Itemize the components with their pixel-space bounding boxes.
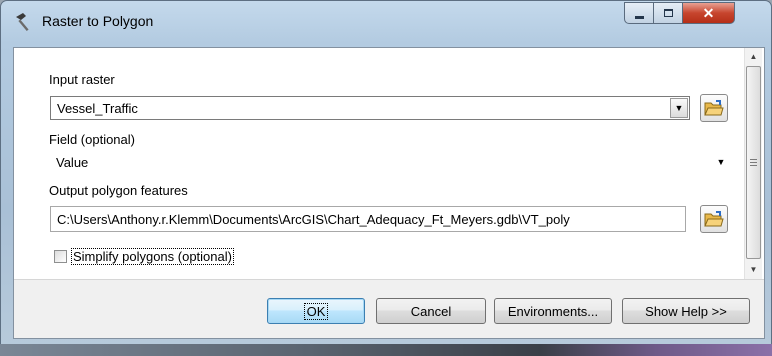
- input-raster-browse-button[interactable]: [700, 94, 728, 122]
- output-path-input[interactable]: C:\Users\Anthony.r.Klemm\Documents\ArcGI…: [50, 206, 686, 232]
- simplify-label[interactable]: Simplify polygons (optional): [71, 248, 234, 265]
- field-combo[interactable]: Value ▼: [50, 150, 730, 174]
- vertical-scrollbar[interactable]: ▲ ▼: [744, 48, 762, 279]
- scroll-down-icon[interactable]: ▼: [745, 261, 762, 278]
- input-raster-label: Input raster: [49, 72, 115, 87]
- taskbar-edge: [0, 344, 772, 356]
- maximize-button[interactable]: [654, 2, 683, 24]
- dialog-window: Raster to Polygon ✕ Input raster Vessel_…: [0, 0, 772, 350]
- simplify-checkbox[interactable]: [54, 250, 67, 263]
- output-label: Output polygon features: [49, 183, 188, 198]
- dialog-client: Input raster Vessel_Traffic ▼ Field (opt…: [13, 47, 765, 339]
- maximize-icon: [663, 9, 673, 17]
- cancel-label: Cancel: [410, 303, 452, 319]
- dropdown-arrow-icon[interactable]: ▼: [712, 152, 730, 172]
- window-controls: ✕: [624, 2, 735, 26]
- window-title: Raster to Polygon: [42, 13, 154, 29]
- field-label: Field (optional): [49, 132, 135, 147]
- folder-icon: [704, 211, 724, 227]
- close-icon: ✕: [702, 4, 715, 21]
- folder-icon: [704, 100, 724, 116]
- field-value: Value: [56, 154, 89, 170]
- dropdown-arrow-icon[interactable]: ▼: [670, 98, 688, 118]
- button-divider: [14, 279, 764, 280]
- input-raster-combo[interactable]: Vessel_Traffic ▼: [50, 96, 690, 120]
- show-help-button[interactable]: Show Help >>: [622, 298, 750, 324]
- close-button[interactable]: ✕: [683, 2, 735, 24]
- minimize-icon: [634, 15, 644, 19]
- show-help-label: Show Help >>: [645, 303, 727, 319]
- cancel-button[interactable]: Cancel: [376, 298, 486, 324]
- parameters-panel: Input raster Vessel_Traffic ▼ Field (opt…: [14, 48, 764, 279]
- scroll-up-icon[interactable]: ▲: [745, 48, 762, 65]
- grip-icon: [750, 159, 757, 166]
- ok-label: OK: [303, 302, 329, 320]
- simplify-option[interactable]: Simplify polygons (optional): [54, 248, 234, 265]
- hammer-icon: [13, 11, 35, 33]
- environments-label: Environments...: [507, 303, 599, 319]
- output-browse-button[interactable]: [700, 205, 728, 233]
- input-raster-value: Vessel_Traffic: [57, 100, 138, 116]
- scroll-thumb[interactable]: [746, 66, 761, 259]
- minimize-button[interactable]: [624, 2, 654, 24]
- ok-button[interactable]: OK: [267, 298, 365, 324]
- environments-button[interactable]: Environments...: [494, 298, 612, 324]
